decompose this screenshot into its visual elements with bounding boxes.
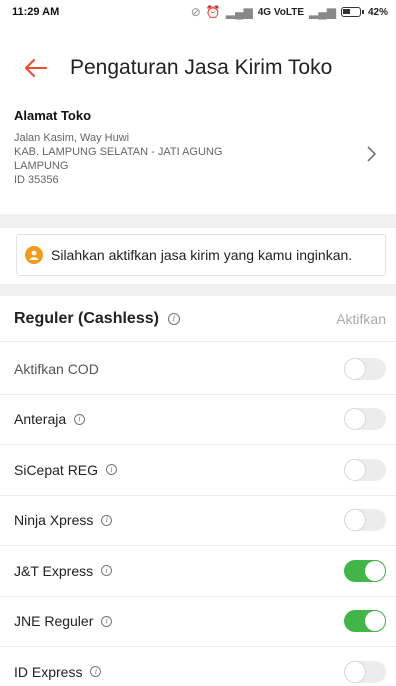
- signal-icon: ▂▄▆: [225, 5, 253, 19]
- activate-button[interactable]: Aktifkan: [336, 311, 386, 327]
- info-icon[interactable]: i: [90, 666, 102, 678]
- courier-row-cod: Aktifkan COD: [0, 344, 396, 395]
- info-icon[interactable]: i: [106, 464, 118, 476]
- toggle-switch[interactable]: [344, 660, 386, 683]
- mute-icon: ⊘: [190, 5, 201, 19]
- courier-row-anteraja: Anteraja i: [0, 395, 396, 445]
- courier-row-sicepat: SiCepat REG i: [0, 445, 396, 496]
- address-line: LAMPUNG: [14, 160, 69, 172]
- status-time: 11:29 AM: [12, 6, 60, 18]
- courier-label: Aktifkan COD: [14, 360, 99, 377]
- toggle-switch[interactable]: [344, 357, 386, 380]
- toggle-switch[interactable]: [344, 610, 386, 633]
- toggle-switch[interactable]: [344, 509, 386, 532]
- info-icon[interactable]: i: [74, 413, 86, 425]
- toggle-switch[interactable]: [344, 559, 386, 582]
- section-title: Reguler (Cashless): [14, 309, 159, 327]
- info-icon[interactable]: i: [101, 615, 113, 627]
- info-icon[interactable]: i: [101, 514, 113, 526]
- notice-text: Silahkan aktifkan jasa kirim yang kamu i…: [51, 247, 353, 263]
- toggle-knob: [344, 660, 366, 683]
- toggle-knob: [364, 610, 386, 633]
- courier-list: Aktifkan COD Anteraja i SiCepat REG i Ninj…: [0, 344, 396, 686]
- alarm-icon: ⏰: [205, 5, 221, 19]
- toggle-switch[interactable]: [344, 408, 386, 431]
- battery-icon: [340, 7, 364, 17]
- toggle-knob: [364, 559, 386, 582]
- courier-label: SiCepat REG i: [14, 462, 118, 478]
- courier-row-ninja: Ninja Xpress i: [0, 496, 396, 546]
- courier-row-idexpress: ID Express i: [0, 647, 396, 686]
- notice-banner: Silahkan aktifkan jasa kirim yang kamu i…: [16, 234, 386, 276]
- store-address[interactable]: Alamat Toko Jalan Kasim, Way Huwi KAB. L…: [0, 104, 396, 216]
- divider: [0, 284, 396, 296]
- courier-label: Anteraja i: [14, 411, 86, 427]
- courier-label: ID Express i: [14, 664, 102, 680]
- address-title: Alamat Toko: [14, 108, 92, 123]
- info-icon[interactable]: i: [101, 565, 113, 577]
- info-icon[interactable]: i: [167, 312, 180, 325]
- app-bar: Pengaturan Jasa Kirim Toko: [0, 40, 396, 96]
- toggle-switch[interactable]: [344, 458, 386, 481]
- signal-strength-icon: ▂▄▆: [309, 5, 336, 19]
- courier-label: JNE Reguler i: [14, 613, 113, 629]
- page-title: Pengaturan Jasa Kirim Toko: [70, 56, 333, 79]
- address-line: Jalan Kasim, Way Huwi: [14, 132, 130, 144]
- courier-label: J&T Express i: [14, 563, 113, 579]
- battery-percentage: 42%: [367, 6, 388, 18]
- address-line: ID 35356: [14, 174, 59, 186]
- toggle-knob: [344, 509, 366, 532]
- address-line: KAB. LAMPUNG SELATAN - JATI AGUNG: [14, 146, 223, 158]
- section-header: Reguler (Cashless) i Aktifkan: [0, 296, 396, 342]
- chevron-right-icon: [367, 146, 377, 162]
- status-bar: 11:29 AM ⊘ ⏰ ▂▄▆ 4G VoLTE ▂▄▆ 42%: [0, 0, 396, 24]
- divider: [0, 214, 396, 228]
- status-icons: ⊘ ⏰ ▂▄▆ 4G VoLTE ▂▄▆ 42%: [191, 5, 388, 19]
- toggle-knob: [344, 408, 366, 431]
- toggle-knob: [344, 357, 366, 380]
- courier-row-jnt: J&T Express i: [0, 546, 396, 597]
- warning-icon: [25, 246, 43, 264]
- courier-row-jne: JNE Reguler i: [0, 597, 396, 647]
- toggle-knob: [344, 458, 366, 481]
- courier-label: Ninja Xpress i: [14, 512, 113, 528]
- network-label: 4G VoLTE: [257, 6, 305, 18]
- arrow-left-icon[interactable]: [24, 56, 48, 80]
